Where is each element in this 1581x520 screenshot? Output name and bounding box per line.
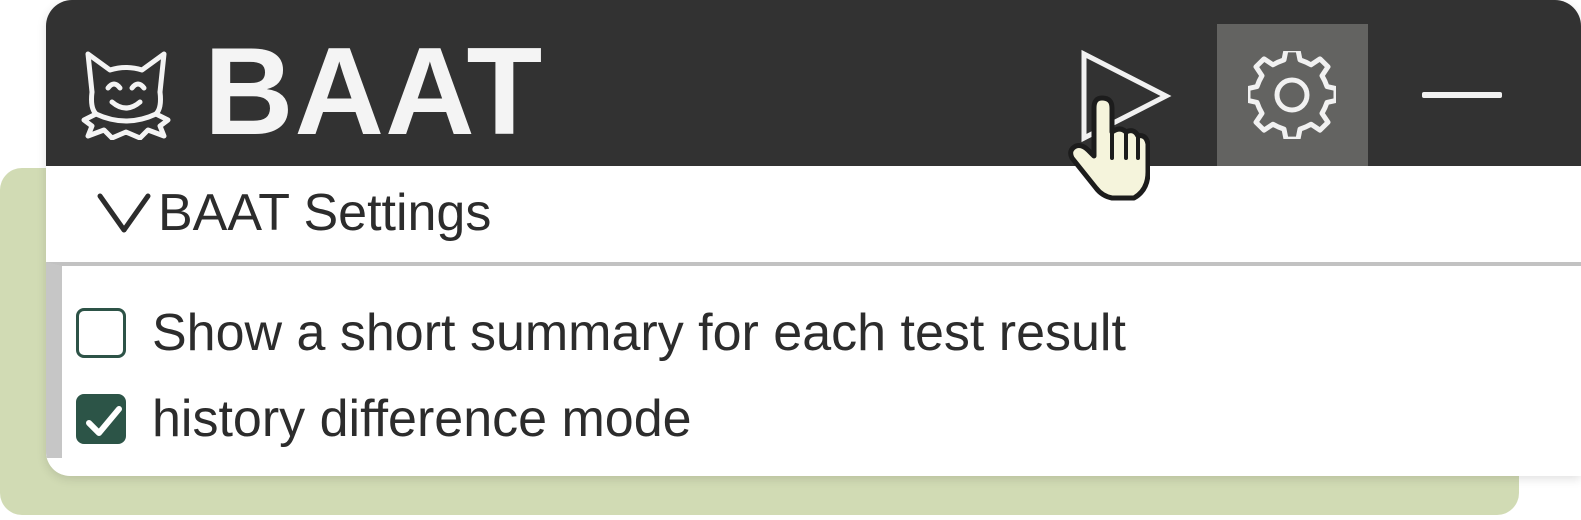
history-difference-label: history difference mode <box>152 390 692 448</box>
minimize-button[interactable] <box>1408 62 1518 132</box>
settings-button[interactable] <box>1217 24 1368 166</box>
play-icon <box>1081 49 1172 143</box>
scene: BAAT BAAT Settings Show a short summary … <box>0 0 1581 520</box>
minimize-icon <box>1422 92 1502 98</box>
cat-mascot-icon <box>81 51 171 140</box>
short-summary-label: Show a short summary for each test resul… <box>152 304 1126 362</box>
checkmark-icon <box>86 406 122 436</box>
chevron-down-icon <box>97 193 151 233</box>
run-button[interactable] <box>1070 44 1180 148</box>
settings-section-header[interactable]: BAAT Settings <box>94 178 491 248</box>
short-summary-checkbox[interactable] <box>76 308 126 358</box>
app-title: BAAT <box>204 23 544 161</box>
title-bar: BAAT <box>46 0 1581 166</box>
settings-options-list: Show a short summary for each test resul… <box>46 262 1581 458</box>
baat-panel: BAAT BAAT Settings Show a short summary … <box>46 0 1581 476</box>
option-short-summary[interactable]: Show a short summary for each test resul… <box>76 298 1126 368</box>
history-difference-checkbox[interactable] <box>76 394 126 444</box>
option-history-difference-mode[interactable]: history difference mode <box>76 384 692 454</box>
gear-icon <box>1248 51 1336 139</box>
settings-section-title: BAAT Settings <box>158 184 492 242</box>
